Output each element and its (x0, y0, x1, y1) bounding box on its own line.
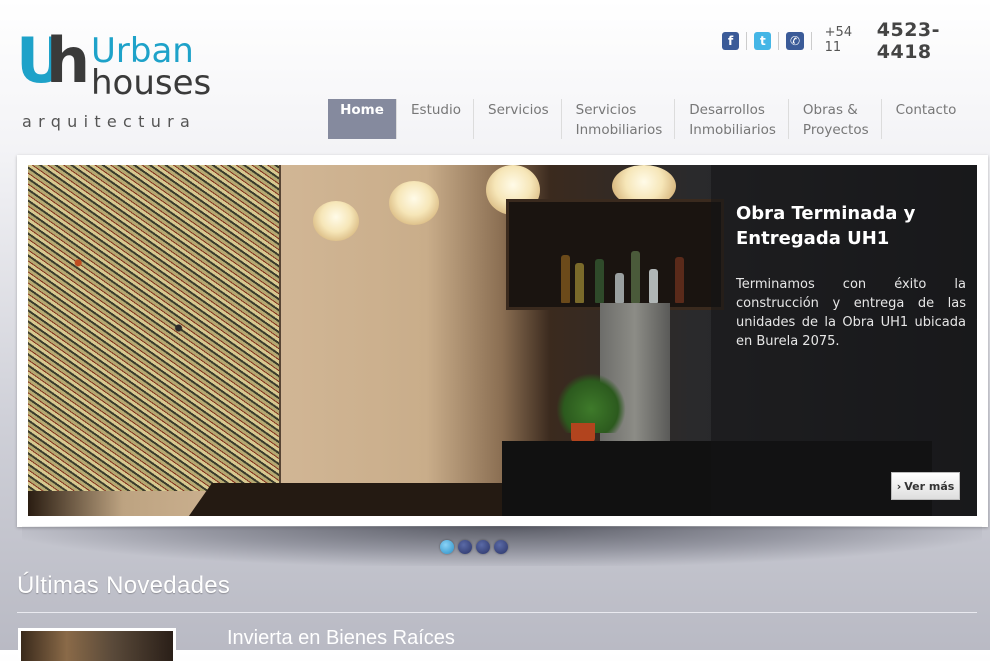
news-thumbnail[interactable] (18, 628, 176, 661)
ver-mas-label: Ver más (904, 479, 955, 493)
nav-obras-proyectos[interactable]: Obras & Proyectos (787, 99, 881, 139)
nav-desarrollos-inmobiliarios[interactable]: Desarrollos Inmobiliarios (674, 99, 788, 139)
nav-estudio[interactable]: Estudio (396, 99, 473, 139)
logo-mark-h: h (46, 24, 91, 97)
slide-image[interactable]: Obra Terminada y Entregada UH1 Terminamo… (28, 165, 977, 516)
caption-title: Obra Terminada y Entregada UH1 (736, 203, 916, 249)
facebook-icon[interactable]: f (722, 32, 740, 50)
slide-shelf (506, 199, 724, 310)
arrow-right-icon: › (896, 479, 902, 493)
nav-contacto[interactable]: Contacto (880, 99, 969, 139)
hero-slider: Obra Terminada y Entregada UH1 Terminamo… (17, 155, 988, 527)
site-logo[interactable]: U h Urban houses arquitectura (16, 30, 211, 132)
logo-tagline: arquitectura (22, 112, 197, 131)
slide-bottle (575, 263, 584, 303)
nav-servicios[interactable]: Servicios (473, 99, 561, 139)
slide-bottle (561, 255, 570, 303)
caption-text: Terminamos con éxito la construcción y e… (736, 277, 966, 349)
slide-bottle (595, 259, 604, 303)
divider (746, 32, 748, 50)
main-nav: Home Estudio Servicios Servicios Inmobil… (328, 99, 968, 139)
nav-home[interactable]: Home (328, 99, 396, 139)
slider-dot-4[interactable] (494, 540, 508, 554)
slider-pagination (440, 540, 508, 554)
section-divider (17, 612, 977, 613)
slide-bottle (675, 257, 684, 303)
section-title-novedades: Últimas Novedades (17, 572, 231, 599)
phone-number: +54 11 4523-4418 (825, 19, 990, 63)
news-item-title[interactable]: Invierta en Bienes Raíces (227, 627, 455, 650)
phone-prefix: +54 11 (824, 25, 853, 55)
twitter-icon[interactable]: t (754, 32, 772, 50)
news-thumbnail-image (21, 631, 173, 661)
slide-bottle (615, 273, 624, 303)
slider-dot-3[interactable] (476, 540, 490, 554)
slide-bottle (631, 251, 640, 303)
slide-bottle (649, 269, 658, 303)
slide-lamp (389, 181, 439, 225)
divider (810, 32, 812, 50)
slide-caption: Obra Terminada y Entregada UH1 Terminamo… (711, 165, 977, 516)
phone-icon: ✆ (786, 32, 804, 50)
divider (778, 32, 780, 50)
phone-main: 4523-4418 (876, 19, 941, 63)
slider-dot-2[interactable] (458, 540, 472, 554)
nav-servicios-inmobiliarios[interactable]: Servicios Inmobiliarios (560, 99, 675, 139)
slider-dot-1[interactable] (440, 540, 454, 554)
header-contact-bar: f t ✆ +54 11 4523-4418 (722, 19, 990, 63)
logo-word-houses: houses (91, 63, 212, 103)
ver-mas-button[interactable]: › Ver más (891, 472, 960, 500)
slide-pot (571, 423, 595, 443)
slide-painting (28, 165, 281, 491)
slide-lamp (313, 201, 359, 241)
